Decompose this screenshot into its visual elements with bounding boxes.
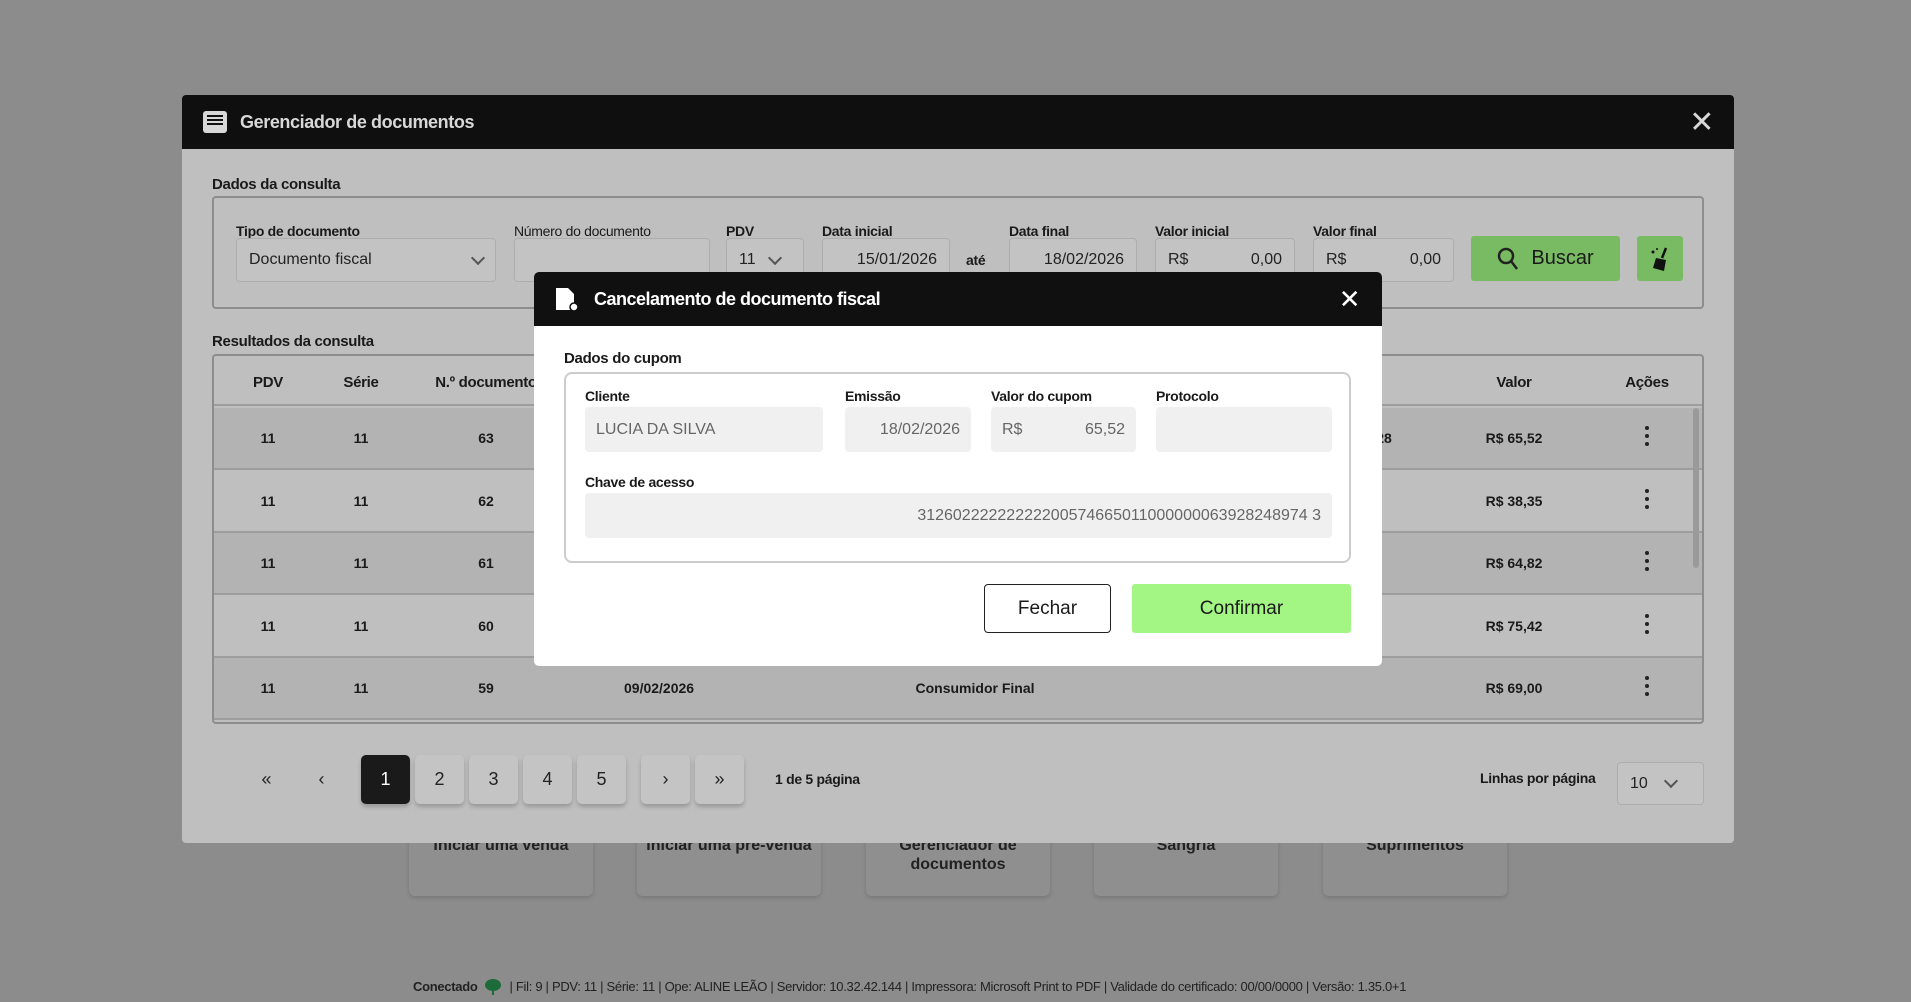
chave-label: Chave de acesso bbox=[585, 474, 695, 490]
coupon-section-title: Dados do cupom bbox=[564, 350, 682, 367]
confirmar-button[interactable]: Confirmar bbox=[1132, 584, 1351, 633]
protocolo-field bbox=[1156, 407, 1332, 452]
chave-field: 3126022222222220057466501100000006392824… bbox=[585, 493, 1332, 538]
currency-label: R$ bbox=[1002, 420, 1023, 438]
valor-label: Valor do cupom bbox=[991, 388, 1092, 404]
cancel-document-modal: Cancelamento de documento fiscal ✕ Dados… bbox=[534, 272, 1382, 666]
cliente-label: Cliente bbox=[585, 388, 630, 404]
protocolo-label: Protocolo bbox=[1156, 388, 1219, 404]
valor-value: 65,52 bbox=[1084, 420, 1125, 438]
modal-title: Cancelamento de documento fiscal bbox=[594, 288, 881, 309]
modal-close-icon[interactable]: ✕ bbox=[1339, 284, 1361, 315]
valor-field: R$ 65,52 bbox=[991, 407, 1136, 452]
emissao-label: Emissão bbox=[845, 388, 901, 404]
coupon-box: Cliente LUCIA DA SILVA Emissão 18/02/202… bbox=[564, 372, 1351, 563]
fechar-button[interactable]: Fechar bbox=[984, 584, 1111, 633]
modal-header: Cancelamento de documento fiscal ✕ bbox=[534, 272, 1382, 326]
emissao-field: 18/02/2026 bbox=[845, 407, 971, 452]
document-icon bbox=[556, 288, 579, 312]
cliente-field: LUCIA DA SILVA bbox=[585, 407, 823, 452]
